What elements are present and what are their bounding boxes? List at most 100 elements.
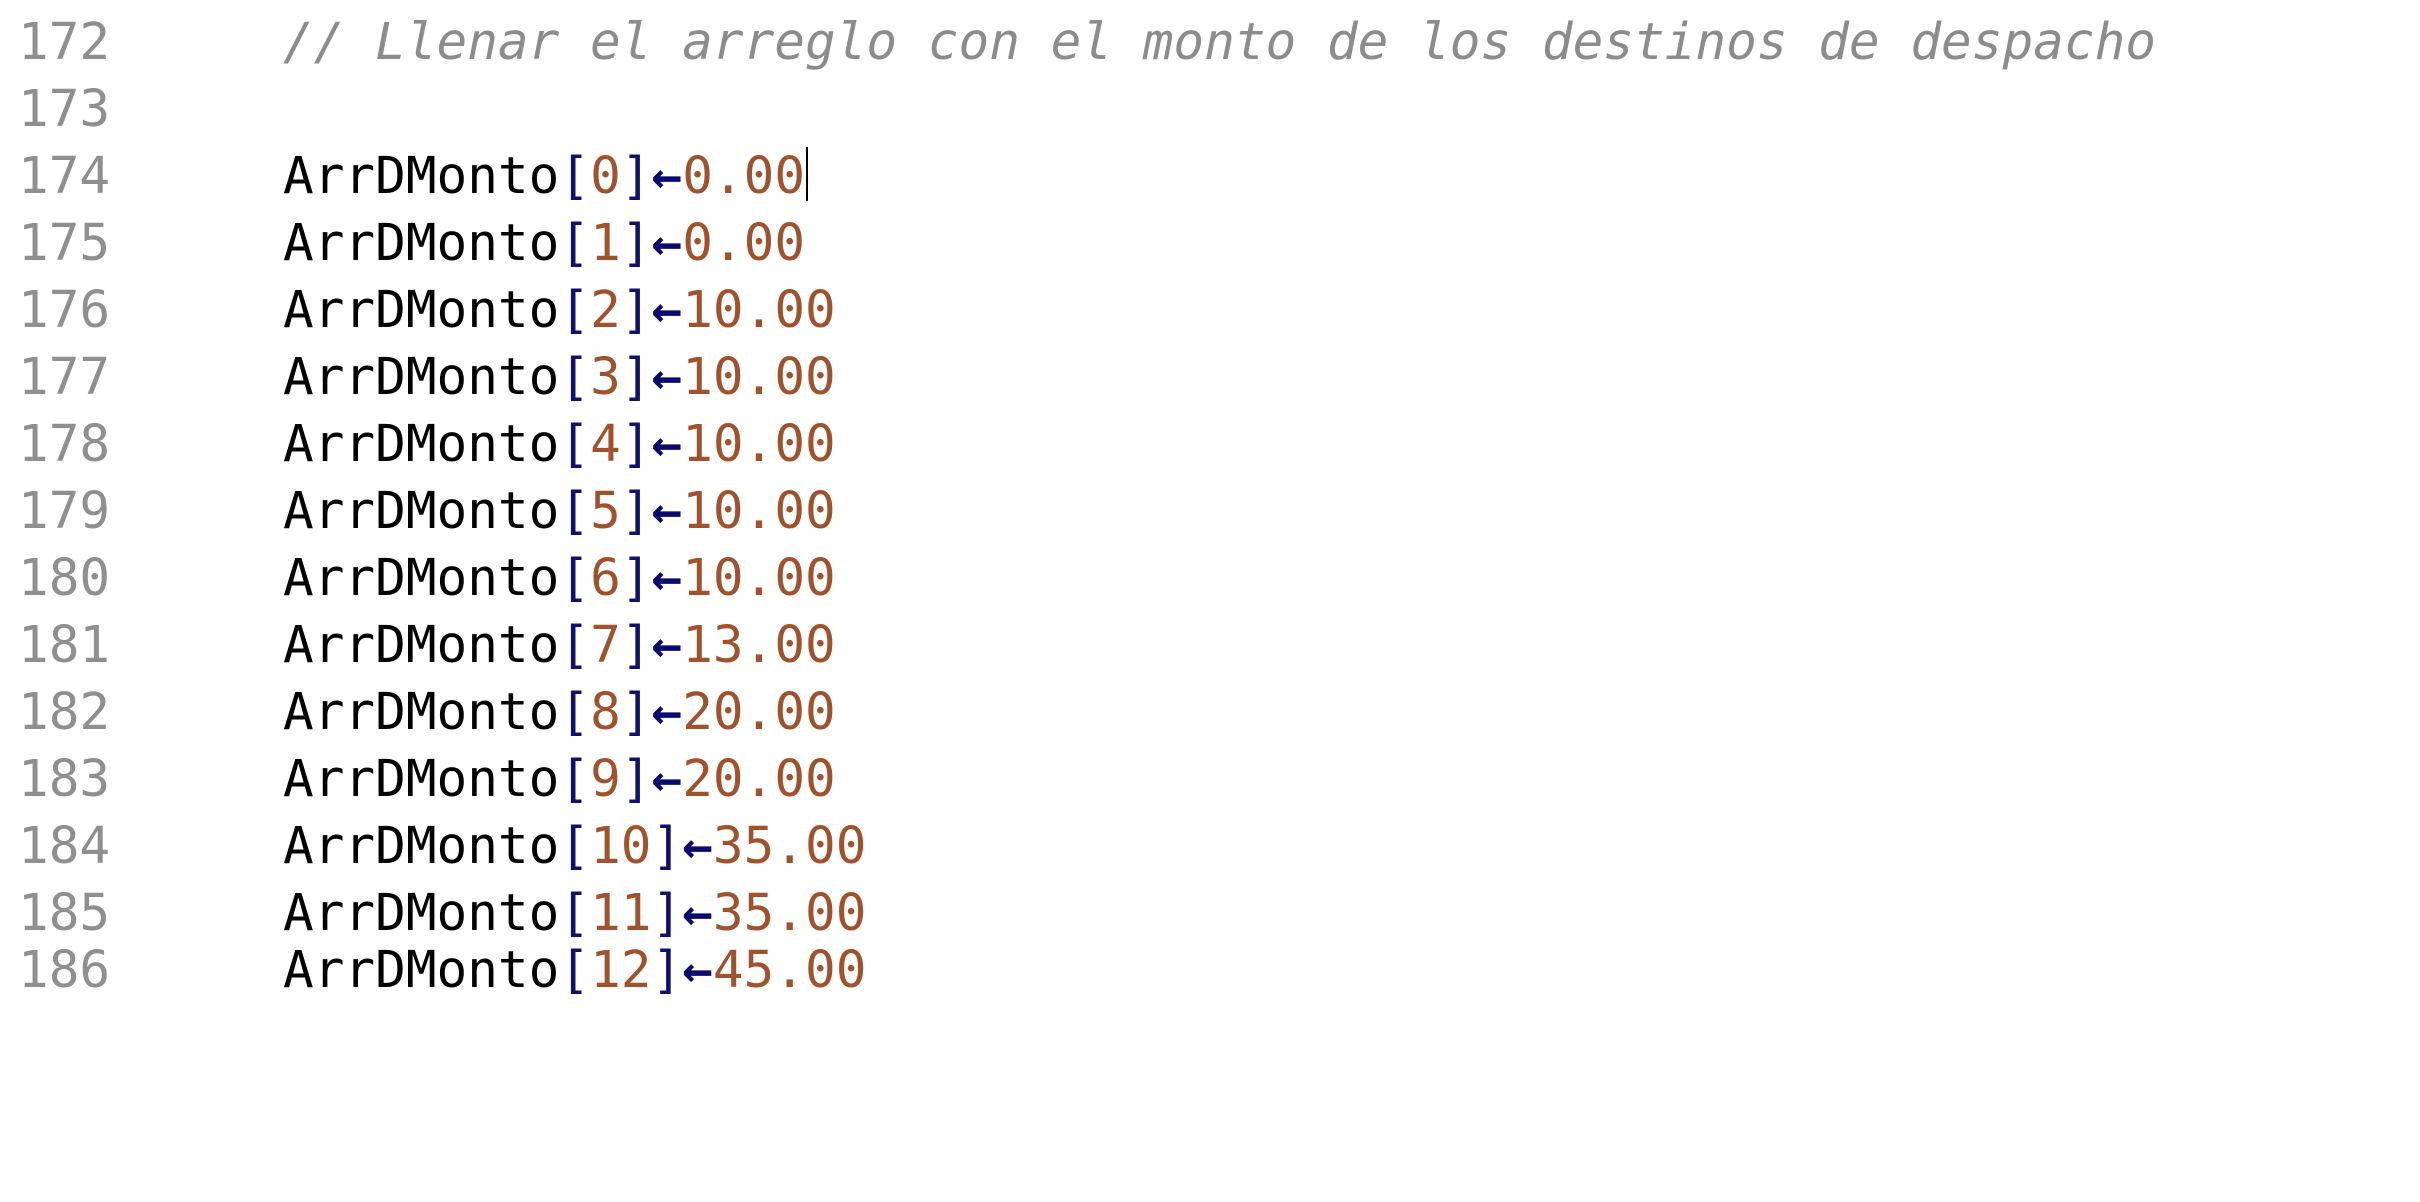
numeric-literal: 0.00 [682, 214, 806, 273]
line-number: 172 [18, 13, 111, 72]
assignment-arrow: ← [682, 817, 713, 876]
array-index: 0 [590, 147, 621, 206]
array-identifier: ArrDMonto [283, 214, 560, 273]
open-bracket: [ [559, 616, 591, 675]
numeric-literal: 45.00 [712, 941, 867, 1000]
code-line[interactable]: 177 ArrDMonto[3]←10.00 [0, 345, 2420, 411]
numeric-literal: 10.00 [682, 281, 836, 340]
close-bracket: ] [651, 884, 683, 943]
line-number: 178 [18, 415, 111, 474]
array-index: 3 [590, 348, 621, 407]
array-index: 1 [590, 214, 621, 273]
open-bracket: [ [559, 415, 591, 474]
line-number: 179 [18, 482, 111, 541]
numeric-literal: 13.00 [682, 616, 836, 675]
array-index: 2 [590, 281, 621, 340]
code-line[interactable]: 184 ArrDMonto[10]←35.00 [0, 814, 2420, 880]
close-bracket: ] [620, 147, 652, 206]
assignment-arrow: ← [651, 616, 683, 675]
numeric-literal: 10.00 [682, 482, 836, 541]
open-bracket: [ [559, 884, 591, 943]
code-line-blank[interactable]: 173 [0, 77, 2420, 143]
array-identifier: ArrDMonto [283, 750, 560, 809]
close-bracket: ] [651, 941, 683, 1000]
array-index: 10 [590, 817, 652, 876]
array-identifier: ArrDMonto [283, 415, 560, 474]
open-bracket: [ [559, 214, 591, 273]
assignment-arrow: ← [651, 549, 683, 608]
text-cursor [806, 147, 809, 201]
code-editor[interactable]: 172 // Llenar el arreglo con el monto de… [0, 0, 2420, 1004]
assignment-arrow: ← [651, 281, 683, 340]
code-line[interactable]: 176 ArrDMonto[2]←10.00 [0, 278, 2420, 344]
array-identifier: ArrDMonto [283, 941, 560, 1000]
close-bracket: ] [620, 616, 652, 675]
code-comment: // Llenar el arreglo con el monto de los… [283, 13, 2156, 72]
code-line-comment[interactable]: 172 // Llenar el arreglo con el monto de… [0, 10, 2420, 76]
assignment-arrow: ← [651, 683, 683, 742]
array-identifier: ArrDMonto [283, 348, 560, 407]
code-line[interactable]: 186 ArrDMonto[12]←45.00 [0, 938, 2420, 1004]
close-bracket: ] [620, 214, 652, 273]
code-line[interactable]: 178 ArrDMonto[4]←10.00 [0, 412, 2420, 478]
close-bracket: ] [620, 348, 652, 407]
code-line[interactable]: 182 ArrDMonto[8]←20.00 [0, 680, 2420, 746]
line-number: 182 [18, 683, 111, 742]
code-statement: ArrDMonto[10]←35.00 [283, 814, 866, 880]
code-line[interactable]: 181 ArrDMonto[7]←13.00 [0, 613, 2420, 679]
code-statement: ArrDMonto[5]←10.00 [283, 479, 836, 545]
assignment-arrow: ← [682, 884, 713, 943]
array-index: 4 [590, 415, 621, 474]
open-bracket: [ [559, 482, 591, 541]
array-index: 8 [590, 683, 621, 742]
assignment-arrow: ← [651, 415, 683, 474]
array-identifier: ArrDMonto [283, 549, 560, 608]
line-number: 184 [18, 817, 111, 876]
numeric-literal: 10.00 [682, 348, 836, 407]
numeric-literal: 20.00 [682, 683, 836, 742]
numeric-literal: 20.00 [682, 750, 836, 809]
code-statement: ArrDMonto[6]←10.00 [283, 546, 836, 612]
close-bracket: ] [620, 415, 652, 474]
code-statement: ArrDMonto[3]←10.00 [283, 345, 836, 411]
code-statement: ArrDMonto[0]←0.00 [283, 144, 809, 210]
line-number: 181 [18, 616, 111, 675]
array-identifier: ArrDMonto [283, 147, 560, 206]
code-line[interactable]: 174 ArrDMonto[0]←0.00 [0, 144, 2420, 210]
line-number: 186 [18, 941, 111, 1000]
line-number: 173 [18, 80, 111, 139]
code-statement: ArrDMonto[9]←20.00 [283, 747, 836, 813]
numeric-literal: 35.00 [712, 884, 867, 943]
array-index: 6 [590, 549, 621, 608]
code-line[interactable]: 183 ArrDMonto[9]←20.00 [0, 747, 2420, 813]
numeric-literal: 0.00 [682, 147, 806, 206]
array-index: 7 [590, 616, 621, 675]
open-bracket: [ [559, 750, 591, 809]
open-bracket: [ [559, 549, 591, 608]
array-index: 5 [590, 482, 621, 541]
assignment-arrow: ← [651, 348, 683, 407]
code-statement: ArrDMonto[1]←0.00 [283, 211, 805, 277]
open-bracket: [ [559, 348, 591, 407]
code-line[interactable]: 175 ArrDMonto[1]←0.00 [0, 211, 2420, 277]
open-bracket: [ [559, 817, 591, 876]
open-bracket: [ [559, 281, 591, 340]
array-identifier: ArrDMonto [283, 817, 560, 876]
numeric-literal: 35.00 [712, 817, 867, 876]
array-identifier: ArrDMonto [283, 616, 560, 675]
code-statement: ArrDMonto[7]←13.00 [283, 613, 836, 679]
code-line[interactable]: 180 ArrDMonto[6]←10.00 [0, 546, 2420, 612]
open-bracket: [ [559, 147, 591, 206]
assignment-arrow: ← [651, 147, 683, 206]
numeric-literal: 10.00 [682, 415, 836, 474]
code-statement: ArrDMonto[2]←10.00 [283, 278, 836, 344]
code-line[interactable]: 179 ArrDMonto[5]←10.00 [0, 479, 2420, 545]
assignment-arrow: ← [651, 214, 683, 273]
array-identifier: ArrDMonto [283, 482, 560, 541]
assignment-arrow: ← [651, 482, 683, 541]
close-bracket: ] [620, 683, 652, 742]
line-number: 176 [18, 281, 111, 340]
code-statement: ArrDMonto[8]←20.00 [283, 680, 836, 746]
numeric-literal: 10.00 [682, 549, 836, 608]
array-identifier: ArrDMonto [283, 281, 560, 340]
